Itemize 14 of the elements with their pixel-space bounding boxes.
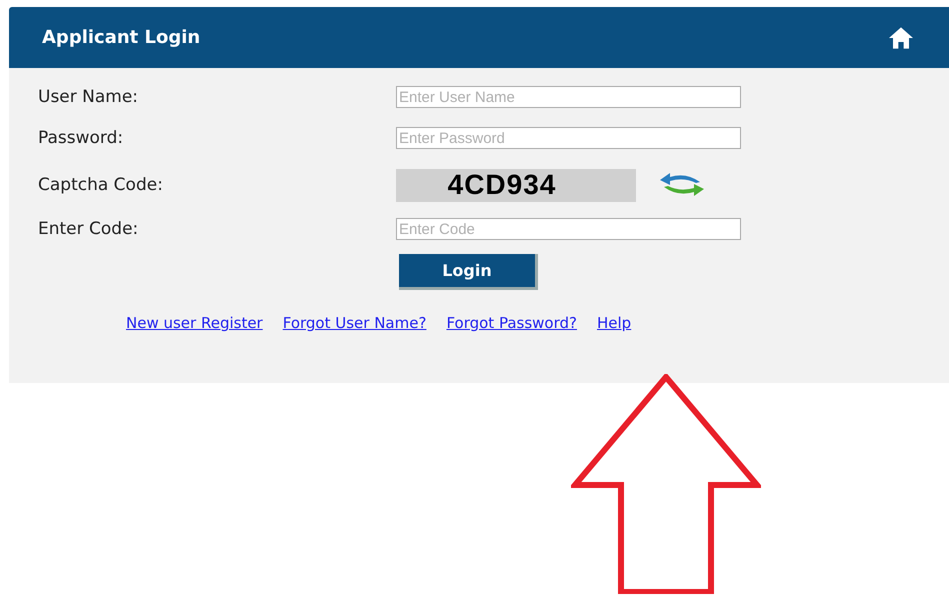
input-field[interactable]: Enter User Name xyxy=(396,86,741,108)
field-label: Enter Code: xyxy=(38,219,140,239)
input-field[interactable]: Enter Password xyxy=(396,127,741,149)
link[interactable]: Forgot Password? xyxy=(446,314,577,332)
link[interactable]: New user Register xyxy=(126,314,263,332)
panel-title: Applicant Login xyxy=(42,27,200,48)
field-label: User Name: xyxy=(38,87,140,107)
captcha-image: 4CD934 xyxy=(396,168,636,202)
input-field[interactable]: Enter Code xyxy=(396,218,741,240)
field-label: Password: xyxy=(38,128,124,148)
login-button[interactable]: Login xyxy=(399,254,538,290)
field-label: Captcha Code: xyxy=(38,175,164,195)
link[interactable]: Forgot User Name? xyxy=(282,314,426,332)
link[interactable]: Help xyxy=(596,314,632,332)
